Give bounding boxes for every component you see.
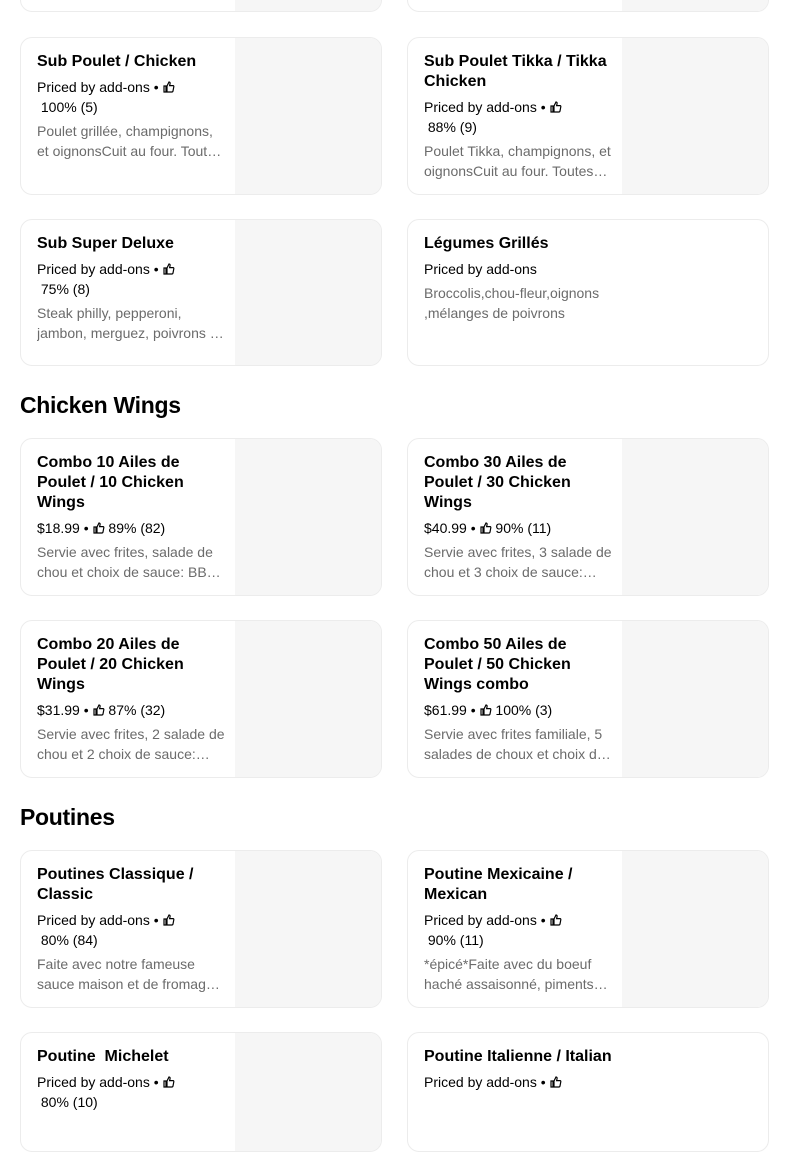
item-price: Priced by add-ons xyxy=(37,79,150,95)
thumbs-up-icon xyxy=(92,522,104,534)
item-title: Sub Super Deluxe xyxy=(37,235,174,252)
item-title: Poutine Italienne / Italian xyxy=(424,1048,612,1065)
item-image xyxy=(622,621,768,777)
item-image xyxy=(622,0,768,11)
thumbs-up-icon xyxy=(549,914,561,926)
item-price: $40.99 xyxy=(424,520,467,536)
item-price: Priced by add-ons xyxy=(424,1074,537,1090)
item-title: Combo 10 Ailes de Poulet / 10 Chicken Wi… xyxy=(37,454,184,511)
item-meta: $18.99 • 89% (82) xyxy=(37,520,166,536)
item-price: Priced by add-ons xyxy=(37,261,150,277)
item-description: Servie avec frites familiale, 5 salades … xyxy=(424,726,605,762)
item-title: Légumes Grillés xyxy=(424,235,549,252)
item-price: Priced by add-ons xyxy=(37,1074,150,1090)
thumbs-up-icon xyxy=(162,81,174,93)
thumbs-up-icon xyxy=(162,263,174,275)
item-rating: 87% (32) xyxy=(108,702,166,718)
thumbs-up-icon xyxy=(549,101,561,113)
menu-item-card[interactable]: Poutines Classique / Classic Priced by a… xyxy=(20,850,382,1008)
item-meta: Priced by add-ons • xyxy=(424,1072,612,1092)
item-description: Broccolis,chou-fleur,oignons ,mélanges d… xyxy=(424,285,600,321)
item-price: Priced by add-ons xyxy=(424,912,537,928)
menu-item-card[interactable]: Sub Super Deluxe Priced by add-ons • 75%… xyxy=(20,219,382,366)
menu-item-card[interactable]: Sub Poulet Tikka / Tikka Chicken Priced … xyxy=(407,37,769,195)
item-rating: 88% (9) xyxy=(427,119,477,135)
item-meta: Priced by add-ons • 80% (10) xyxy=(37,1072,225,1112)
item-rating: 80% (10) xyxy=(40,1094,98,1110)
menu-item-card[interactable]: Combo 50 Ailes de Poulet / 50 Chicken Wi… xyxy=(407,620,769,778)
menu-item-card[interactable]: Combo 10 Ailes de Poulet / 10 Chicken Wi… xyxy=(20,438,382,596)
thumbs-up-icon xyxy=(549,1076,561,1088)
item-price: Priced by add-ons xyxy=(424,99,537,115)
item-title: Poutines Classique / Classic xyxy=(37,866,194,903)
item-price: $61.99 xyxy=(424,702,467,718)
item-meta: Priced by add-ons • 80% (84) xyxy=(37,910,225,950)
item-image xyxy=(235,0,381,11)
thumbs-up-icon xyxy=(92,704,104,716)
item-description: *épicé*Faite avec du boeuf haché assaiso… xyxy=(424,956,594,992)
item-title: Poutine Michelet xyxy=(37,1048,169,1065)
item-image xyxy=(235,439,381,595)
menu-item-card[interactable]: Sub Poulet / Chicken Priced by add-ons •… xyxy=(20,37,382,195)
item-rating: 90% (11) xyxy=(495,520,552,536)
item-description: Poulet Tikka, champignons, et oignonsCui… xyxy=(424,143,611,179)
menu-item-card-partial-right[interactable] xyxy=(407,0,769,12)
item-description: Servie avec frites, 2 salade de chou et … xyxy=(37,726,225,762)
menu-item-card-partial-left[interactable] xyxy=(20,0,382,12)
section-title-poutines: Poutines xyxy=(20,804,115,830)
item-description: Servie avec frites, 3 salade de chou et … xyxy=(424,544,612,580)
item-meta: Priced by add-ons • 100% (5) xyxy=(37,77,225,117)
item-description: Poulet grillée, champignons, et oignonsC… xyxy=(37,123,222,159)
thumbs-up-icon xyxy=(479,522,491,534)
item-title: Sub Poulet Tikka / Tikka Chicken xyxy=(424,53,607,90)
menu-item-card[interactable]: Poutine Mexicaine / Mexican Priced by ad… xyxy=(407,850,769,1008)
item-rating: 100% (5) xyxy=(40,99,98,115)
item-image xyxy=(235,38,381,194)
menu-item-card[interactable]: Légumes Grillés Priced by add-ons Brocco… xyxy=(407,219,769,366)
item-title: Combo 50 Ailes de Poulet / 50 Chicken Wi… xyxy=(424,636,571,693)
item-description: Faite avec notre fameuse sauce maison et… xyxy=(37,956,214,992)
item-title: Sub Poulet / Chicken xyxy=(37,53,197,70)
item-image xyxy=(235,220,381,365)
item-image xyxy=(622,851,768,1007)
menu-item-card[interactable]: Combo 30 Ailes de Poulet / 30 Chicken Wi… xyxy=(407,438,769,596)
item-title: Combo 30 Ailes de Poulet / 30 Chicken Wi… xyxy=(424,454,571,511)
item-meta: Priced by add-ons xyxy=(424,259,612,279)
item-title: Poutine Mexicaine / Mexican xyxy=(424,866,573,903)
menu-item-card[interactable]: Combo 20 Ailes de Poulet / 20 Chicken Wi… xyxy=(20,620,382,778)
item-meta: $31.99 • 87% (32) xyxy=(37,702,166,718)
item-price: $18.99 xyxy=(37,520,80,536)
item-description: Servie avec frites, salade de chou et ch… xyxy=(37,544,218,580)
item-price: Priced by add-ons xyxy=(37,912,150,928)
item-image xyxy=(235,1033,381,1151)
item-image xyxy=(622,439,768,595)
menu-item-card[interactable]: Poutine Italienne / Italian Priced by ad… xyxy=(407,1032,769,1152)
item-meta: Priced by add-ons • 75% (8) xyxy=(37,259,225,299)
thumbs-up-icon xyxy=(162,914,174,926)
item-rating: 80% (84) xyxy=(40,932,98,948)
item-description: Steak philly, pepperoni, jambon, merguez… xyxy=(37,305,222,341)
thumbs-up-icon xyxy=(479,704,491,716)
item-price: Priced by add-ons xyxy=(424,261,537,277)
item-meta: $40.99 • 90% (11) xyxy=(424,520,552,536)
item-rating: 90% (11) xyxy=(427,932,484,948)
thumbs-up-icon xyxy=(162,1076,174,1088)
item-meta: Priced by add-ons • 90% (11) xyxy=(424,910,612,950)
item-meta: Priced by add-ons • 88% (9) xyxy=(424,97,612,137)
item-rating: 100% (3) xyxy=(495,702,553,718)
item-image xyxy=(622,38,768,194)
item-rating: 89% (82) xyxy=(108,520,166,536)
menu-item-card[interactable]: Poutine Michelet Priced by add-ons • 80%… xyxy=(20,1032,382,1152)
item-image xyxy=(235,851,381,1007)
section-title-chicken-wings: Chicken Wings xyxy=(20,392,181,418)
item-title: Combo 20 Ailes de Poulet / 20 Chicken Wi… xyxy=(37,636,184,693)
item-meta: $61.99 • 100% (3) xyxy=(424,702,553,718)
item-price: $31.99 xyxy=(37,702,80,718)
item-image xyxy=(235,621,381,777)
item-rating: 75% (8) xyxy=(40,281,90,297)
